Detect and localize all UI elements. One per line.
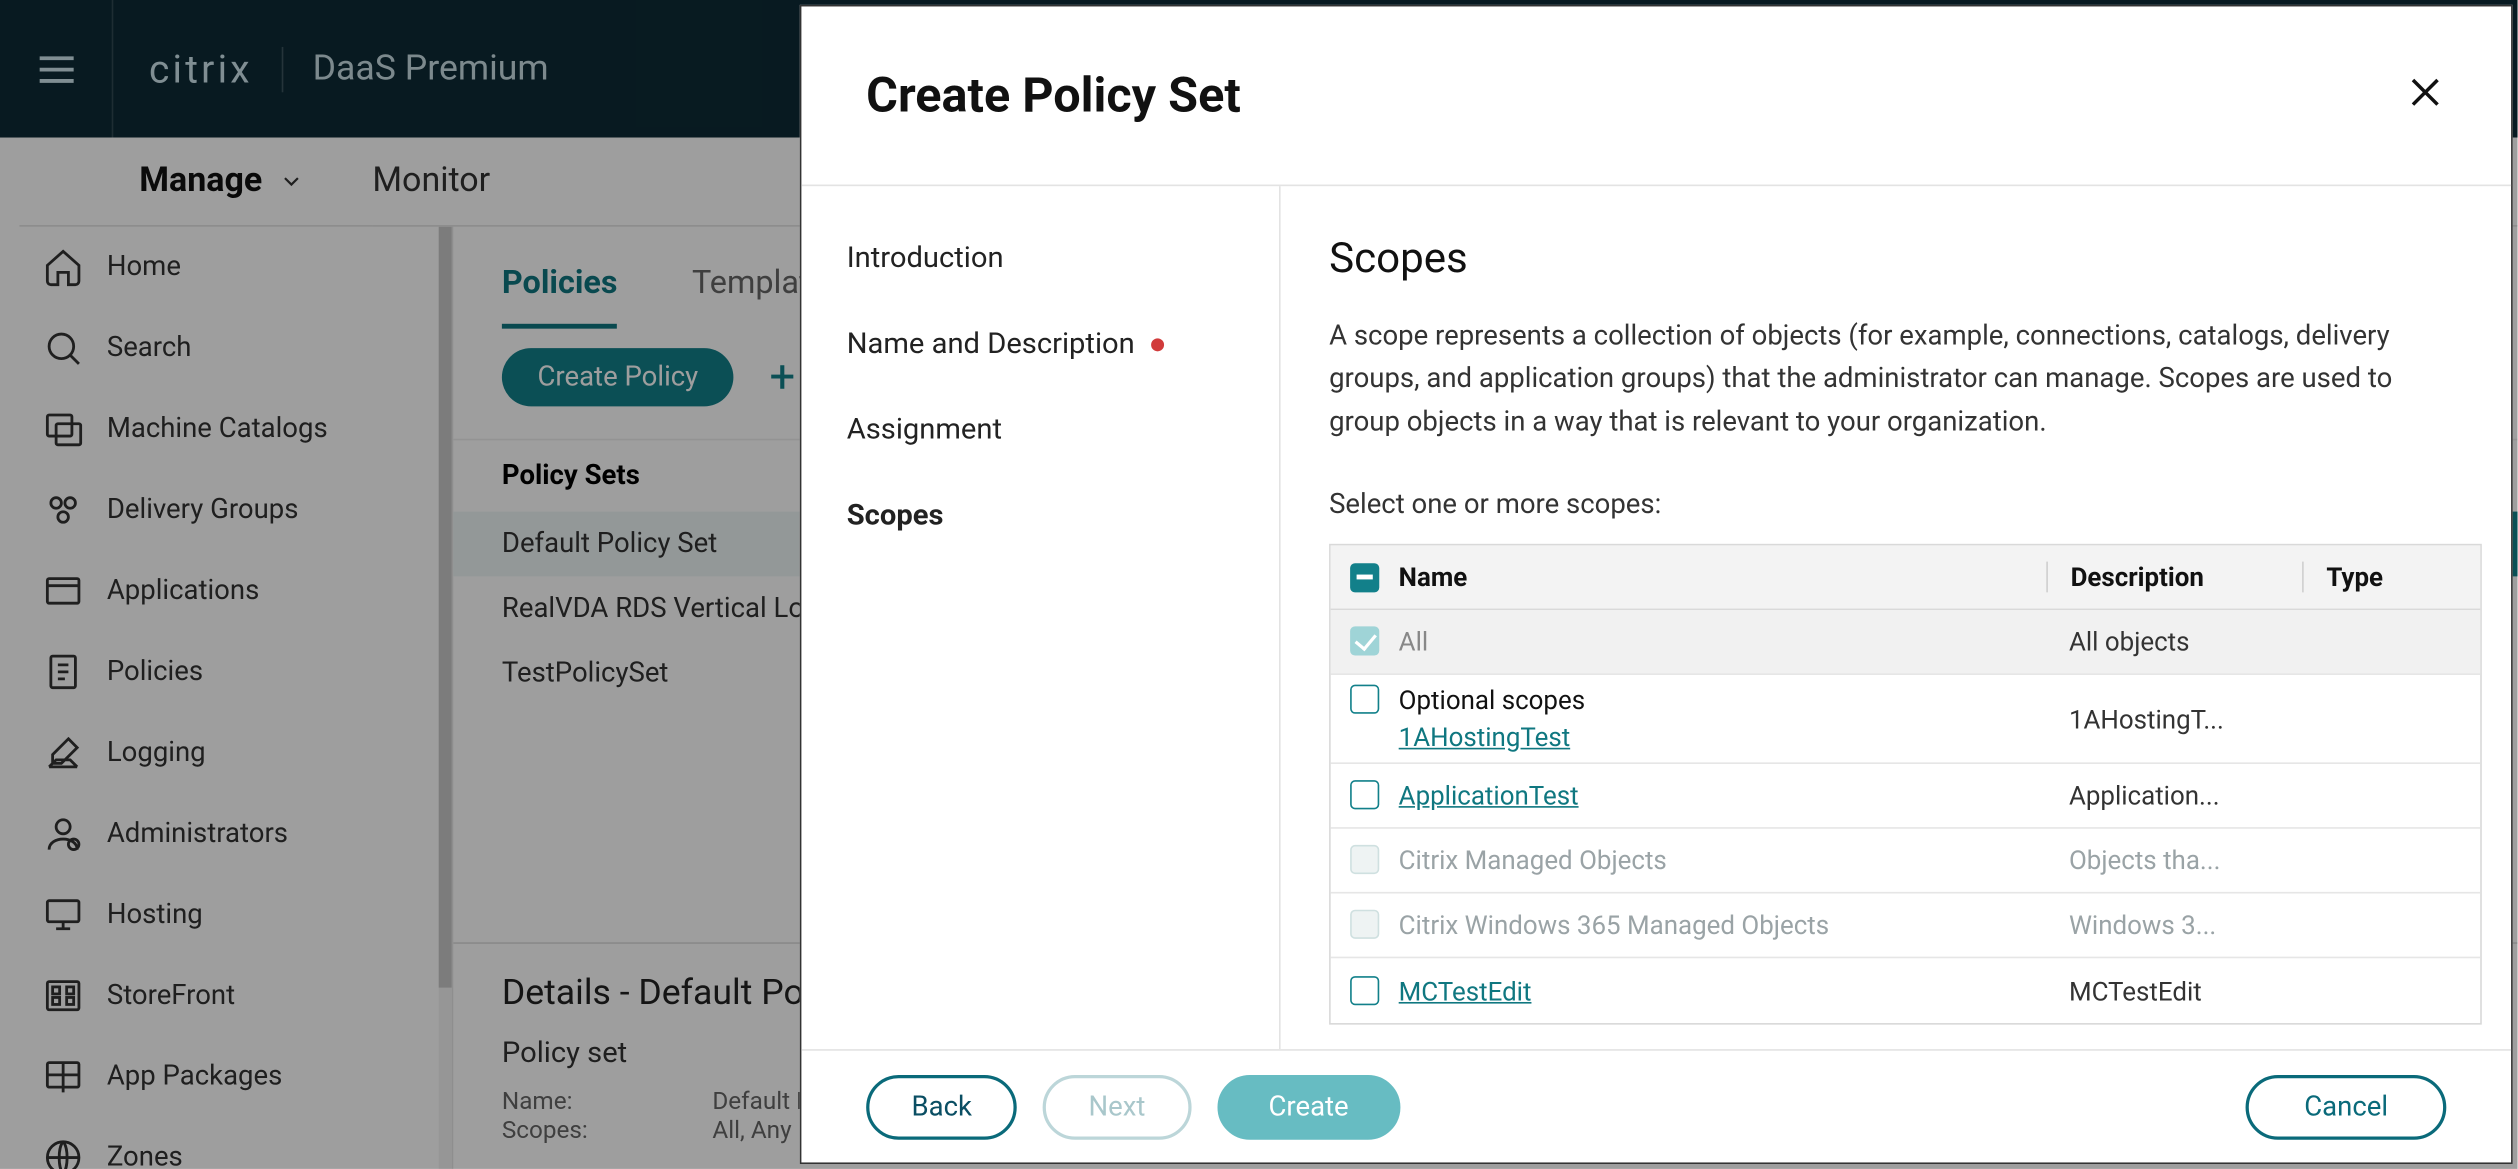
scope-link[interactable]: ApplicationTest — [1399, 780, 1579, 811]
scope-checkbox-all[interactable] — [1350, 627, 1379, 656]
section-heading: Scopes — [1329, 235, 2466, 284]
scope-desc: Application... — [2046, 780, 2302, 811]
scope-desc: 1AHostingT... — [2046, 704, 2302, 735]
scope-checkbox[interactable] — [1350, 780, 1379, 809]
table-header-row: Name Description Type — [1331, 546, 2480, 611]
button-label: Next — [1089, 1090, 1146, 1122]
create-button[interactable]: Create — [1217, 1074, 1401, 1139]
back-button[interactable]: Back — [866, 1074, 1017, 1139]
table-row: All All objects — [1331, 610, 2480, 675]
create-policy-set-modal: Create Policy Set Introduction Name and … — [800, 5, 2513, 1164]
select-all-checkbox[interactable] — [1350, 563, 1379, 592]
modal-title: Create Policy Set — [866, 67, 1241, 124]
scopes-table: Name Description Type All All objects — [1329, 544, 2482, 1025]
close-icon — [2404, 71, 2446, 113]
button-label: Cancel — [2304, 1090, 2388, 1122]
scope-checkbox[interactable] — [1350, 975, 1379, 1004]
step-assignment[interactable]: Assignment — [847, 413, 1234, 447]
button-label: Create — [1268, 1090, 1348, 1122]
table-row: ApplicationTest Application... — [1331, 764, 2480, 829]
scope-desc: MCTestEdit — [2046, 975, 2302, 1006]
step-name-description[interactable]: Name and Description — [847, 327, 1234, 361]
scope-name: MCTestEdit — [1399, 975, 1532, 1006]
scope-link[interactable]: 1AHostingTest — [1399, 722, 1585, 753]
next-button[interactable]: Next — [1043, 1074, 1191, 1139]
select-scopes-label: Select one or more scopes: — [1329, 489, 2466, 521]
scope-desc: All objects — [2046, 627, 2302, 658]
optional-scopes-label: Optional scopes — [1399, 685, 1585, 716]
button-label: Back — [911, 1090, 971, 1122]
table-row: MCTestEdit MCTestEdit — [1331, 958, 2480, 1023]
col-description: Description — [2071, 562, 2204, 593]
scope-link[interactable]: MCTestEdit — [1399, 975, 1532, 1006]
scope-checkbox-disabled — [1350, 845, 1379, 874]
close-button[interactable] — [2404, 71, 2446, 120]
step-label: Introduction — [847, 241, 1004, 275]
table-row: Citrix Windows 365 Managed Objects Windo… — [1331, 894, 2480, 959]
cancel-button[interactable]: Cancel — [2246, 1074, 2446, 1139]
scope-name: ApplicationTest — [1399, 780, 1579, 811]
step-label: Assignment — [847, 413, 1002, 447]
table-row: Citrix Managed Objects Objects tha... — [1331, 829, 2480, 894]
step-label: Name and Description — [847, 327, 1135, 361]
step-scopes[interactable]: Scopes — [847, 499, 1234, 533]
col-name: Name — [1399, 562, 1468, 593]
step-introduction[interactable]: Introduction — [847, 241, 1234, 275]
scope-name: 1AHostingTest — [1399, 722, 1570, 753]
scope-desc: Windows 3... — [2046, 910, 2302, 941]
scope-checkbox-disabled — [1350, 910, 1379, 939]
scope-desc: Objects tha... — [2046, 845, 2302, 876]
scope-name: Citrix Windows 365 Managed Objects — [1399, 910, 1829, 941]
table-row: Optional scopes 1AHostingTest 1AHostingT… — [1331, 675, 2480, 764]
scope-checkbox[interactable] — [1350, 685, 1379, 714]
section-description: A scope represents a collection of objec… — [1329, 316, 2466, 444]
scope-name: All — [1399, 627, 1428, 658]
col-type: Type — [2327, 562, 2384, 593]
wizard-steps: Introduction Name and Description Assign… — [801, 186, 1280, 1049]
scope-name: Citrix Managed Objects — [1399, 845, 1667, 876]
required-dot-icon — [1151, 338, 1164, 351]
step-label: Scopes — [847, 499, 944, 533]
